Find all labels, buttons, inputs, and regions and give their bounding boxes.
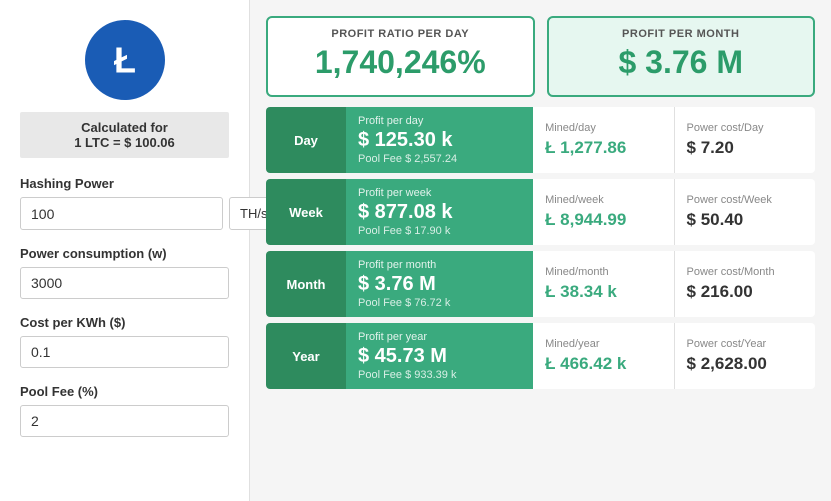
stat-card-ratio: PROFIT RATIO PER DAY 1,740,246% — [266, 16, 535, 97]
year-mined-value: Ł 466.42 k — [545, 354, 661, 374]
week-power-value: $ 50.40 — [687, 210, 803, 230]
day-row: Day Profit per day $ 125.30 k Pool Fee $… — [266, 107, 815, 173]
stat-card-month: PROFIT PER MONTH $ 3.76 M — [547, 16, 816, 97]
day-power-value: $ 7.20 — [687, 138, 803, 158]
week-power-label: Power cost/Week — [687, 194, 803, 206]
ltc-rate: 1 LTC = $ 100.06 — [24, 135, 225, 150]
calc-for-label: Calculated for 1 LTC = $ 100.06 — [20, 112, 229, 158]
cost-per-kwh-group: Cost per KWh ($) — [20, 315, 229, 368]
stat-card-ratio-label: PROFIT RATIO PER DAY — [284, 28, 517, 40]
year-mined: Mined/year Ł 466.42 k — [533, 323, 674, 389]
main-container: Ł Calculated for 1 LTC = $ 100.06 Hashin… — [0, 0, 831, 501]
month-row: Month Profit per month $ 3.76 M Pool Fee… — [266, 251, 815, 317]
left-panel: Ł Calculated for 1 LTC = $ 100.06 Hashin… — [0, 0, 250, 501]
week-profit: Profit per week $ 877.08 k Pool Fee $ 17… — [346, 179, 533, 245]
year-profit-value: $ 45.73 M — [358, 345, 521, 368]
day-mined-value: Ł 1,277.86 — [545, 138, 661, 158]
day-label: Day — [266, 107, 346, 173]
month-label: Month — [266, 251, 346, 317]
year-profit: Profit per year $ 45.73 M Pool Fee $ 933… — [346, 323, 533, 389]
week-mined-value: Ł 8,944.99 — [545, 210, 661, 230]
calc-for-text: Calculated for — [24, 120, 225, 135]
cost-per-kwh-input[interactable] — [20, 336, 229, 368]
cost-per-kwh-label: Cost per KWh ($) — [20, 315, 229, 330]
week-mined-label: Mined/week — [545, 194, 661, 206]
day-profit-value: $ 125.30 k — [358, 129, 521, 152]
day-pool-fee: Pool Fee $ 2,557.24 — [358, 153, 521, 165]
month-profit-value: $ 3.76 M — [358, 273, 521, 296]
month-mined-value: Ł 38.34 k — [545, 282, 661, 302]
month-profit-label: Profit per month — [358, 259, 521, 271]
hashing-power-label: Hashing Power — [20, 176, 229, 191]
year-row: Year Profit per year $ 45.73 M Pool Fee … — [266, 323, 815, 389]
data-rows: Day Profit per day $ 125.30 k Pool Fee $… — [266, 107, 815, 389]
year-profit-label: Profit per year — [358, 331, 521, 343]
cost-per-kwh-row — [20, 336, 229, 368]
week-profit-label: Profit per week — [358, 187, 521, 199]
power-consumption-input[interactable] — [20, 267, 229, 299]
stat-card-ratio-value: 1,740,246% — [284, 44, 517, 81]
pool-fee-row — [20, 405, 229, 437]
day-power: Power cost/Day $ 7.20 — [675, 107, 815, 173]
month-power-label: Power cost/Month — [687, 266, 803, 278]
week-row: Week Profit per week $ 877.08 k Pool Fee… — [266, 179, 815, 245]
stat-card-month-label: PROFIT PER MONTH — [565, 28, 798, 40]
day-profit: Profit per day $ 125.30 k Pool Fee $ 2,5… — [346, 107, 533, 173]
right-panel: PROFIT RATIO PER DAY 1,740,246% PROFIT P… — [250, 0, 831, 501]
month-pool-fee: Pool Fee $ 76.72 k — [358, 297, 521, 309]
svg-text:Ł: Ł — [114, 40, 136, 81]
day-mined: Mined/day Ł 1,277.86 — [533, 107, 674, 173]
power-consumption-group: Power consumption (w) — [20, 246, 229, 299]
year-power-value: $ 2,628.00 — [687, 354, 803, 374]
day-mined-label: Mined/day — [545, 122, 661, 134]
week-label: Week — [266, 179, 346, 245]
month-power: Power cost/Month $ 216.00 — [675, 251, 815, 317]
hashing-power-input[interactable] — [20, 197, 223, 230]
week-pool-fee: Pool Fee $ 17.90 k — [358, 225, 521, 237]
stat-card-month-value: $ 3.76 M — [565, 44, 798, 81]
pool-fee-label: Pool Fee (%) — [20, 384, 229, 399]
day-power-label: Power cost/Day — [687, 122, 803, 134]
pool-fee-group: Pool Fee (%) — [20, 384, 229, 437]
month-power-value: $ 216.00 — [687, 282, 803, 302]
week-profit-value: $ 877.08 k — [358, 201, 521, 224]
year-pool-fee: Pool Fee $ 933.39 k — [358, 369, 521, 381]
pool-fee-input[interactable] — [20, 405, 229, 437]
week-mined: Mined/week Ł 8,944.99 — [533, 179, 674, 245]
power-consumption-row — [20, 267, 229, 299]
month-mined: Mined/month Ł 38.34 k — [533, 251, 674, 317]
top-stats: PROFIT RATIO PER DAY 1,740,246% PROFIT P… — [266, 16, 815, 97]
ltc-logo: Ł — [85, 20, 165, 100]
year-power: Power cost/Year $ 2,628.00 — [675, 323, 815, 389]
month-mined-label: Mined/month — [545, 266, 661, 278]
week-power: Power cost/Week $ 50.40 — [675, 179, 815, 245]
hashing-power-group: Hashing Power TH/s GH/s MH/s — [20, 176, 229, 230]
hashing-power-row: TH/s GH/s MH/s — [20, 197, 229, 230]
year-label: Year — [266, 323, 346, 389]
month-profit: Profit per month $ 3.76 M Pool Fee $ 76.… — [346, 251, 533, 317]
day-profit-label: Profit per day — [358, 115, 521, 127]
power-consumption-label: Power consumption (w) — [20, 246, 229, 261]
year-power-label: Power cost/Year — [687, 338, 803, 350]
year-mined-label: Mined/year — [545, 338, 661, 350]
